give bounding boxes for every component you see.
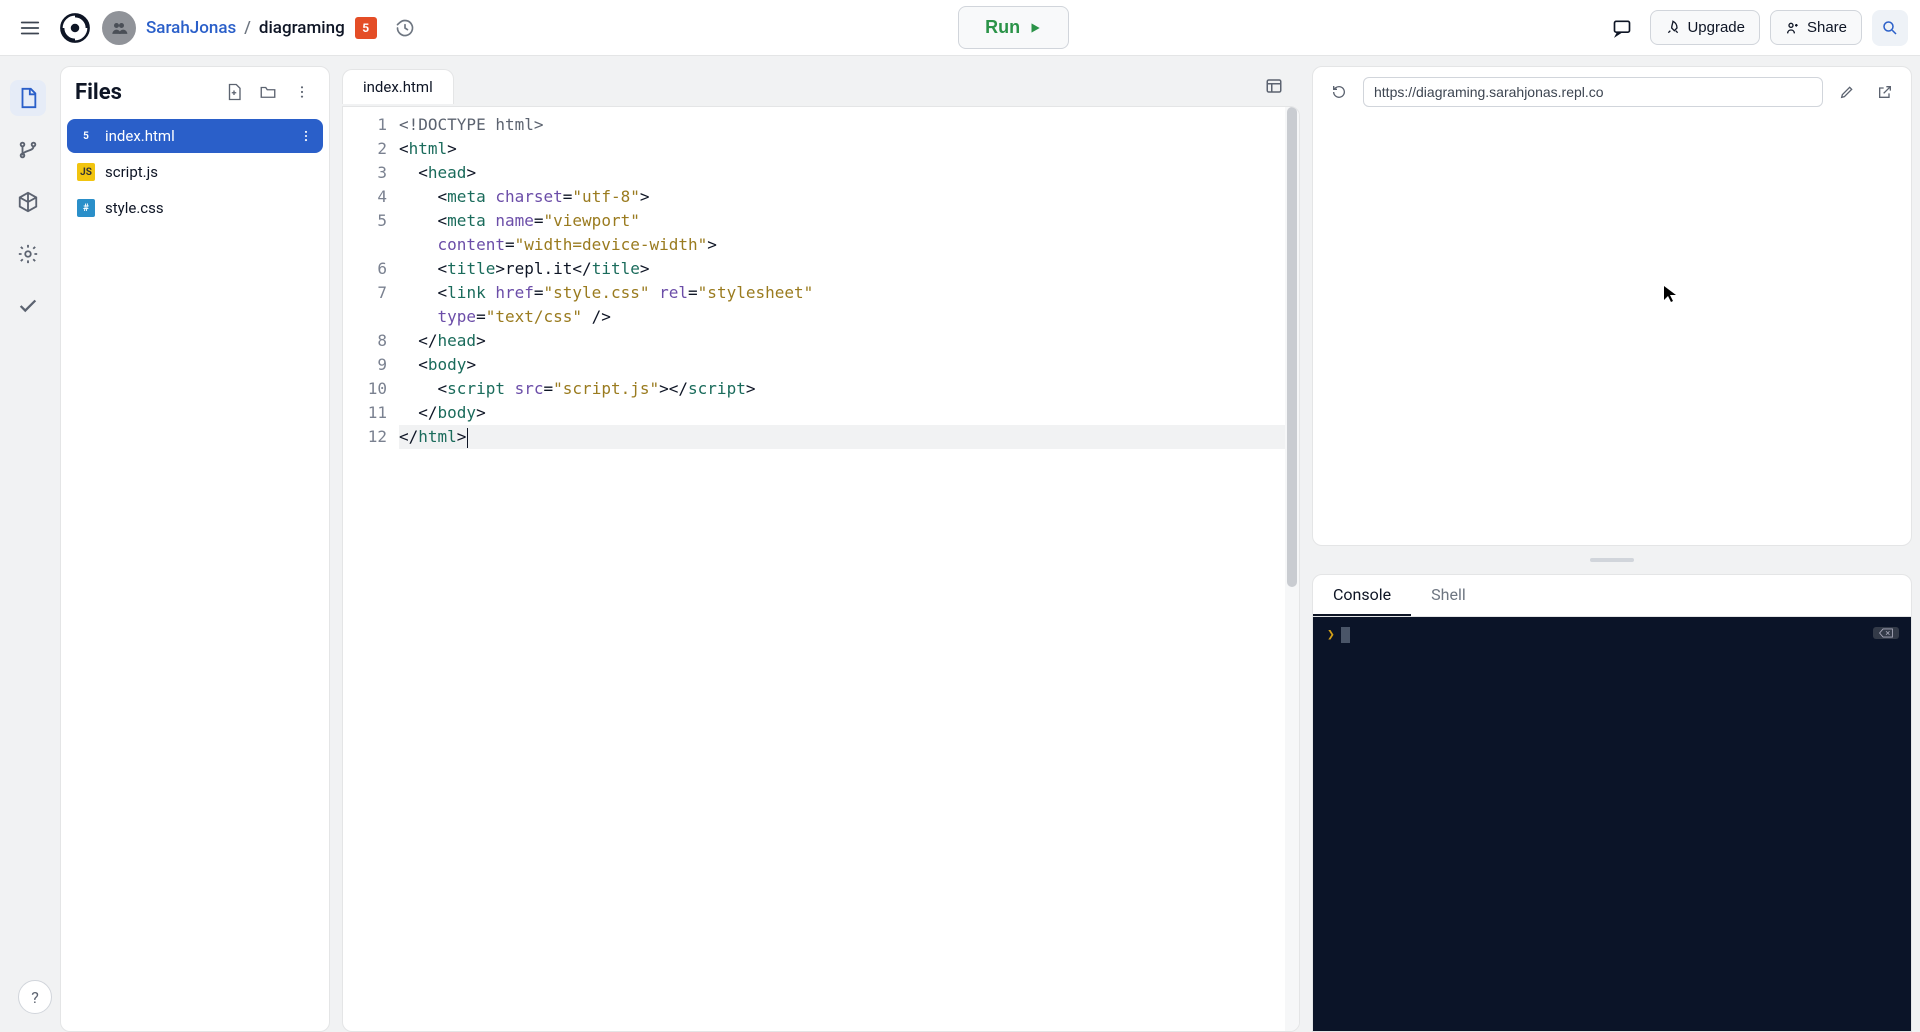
- js-file-icon: JS: [77, 163, 95, 181]
- backspace-icon: [1879, 628, 1893, 638]
- check-icon: [17, 295, 39, 317]
- history-button[interactable]: [387, 10, 423, 46]
- editor-layout-button[interactable]: [1256, 68, 1292, 104]
- new-file-icon: [225, 83, 243, 101]
- branch-icon: [17, 139, 39, 161]
- replit-logo[interactable]: [58, 11, 92, 45]
- hamburger-icon: [19, 17, 41, 39]
- open-external-button[interactable]: [1871, 78, 1899, 106]
- language-badge: 5: [355, 17, 377, 39]
- files-header: Files: [61, 67, 329, 113]
- console-tab-shell[interactable]: Shell: [1411, 575, 1486, 616]
- file-item[interactable]: JS script.js: [67, 155, 323, 189]
- line-gutter: 123456789101112: [343, 107, 399, 1031]
- reload-button[interactable]: [1325, 78, 1353, 106]
- share-button[interactable]: Share: [1770, 10, 1862, 45]
- rail-vcs-button[interactable]: [10, 132, 46, 168]
- app-header: SarahJonas / diagraming 5 Run Upgrade Sh…: [0, 0, 1920, 56]
- code-area[interactable]: <!DOCTYPE html><html> <head> <meta chars…: [399, 107, 1299, 1031]
- console-tabs: ConsoleShell: [1313, 575, 1911, 617]
- new-file-button[interactable]: [221, 79, 247, 105]
- hamburger-menu-button[interactable]: [12, 10, 48, 46]
- play-icon: [1028, 21, 1042, 35]
- breadcrumb-user[interactable]: SarahJonas: [146, 18, 236, 38]
- swirl-icon: [58, 11, 92, 45]
- file-icon: [17, 87, 39, 109]
- files-panel: Files 5 index.html JS script.js # style.css: [60, 66, 330, 1032]
- upgrade-label: Upgrade: [1687, 19, 1745, 36]
- terminal-clear-button[interactable]: [1873, 627, 1899, 639]
- editor-scrollbar[interactable]: [1285, 107, 1299, 1031]
- editor-body[interactable]: 123456789101112 <!DOCTYPE html><html> <h…: [342, 106, 1300, 1032]
- new-folder-icon: [259, 83, 277, 101]
- file-name: script.js: [105, 163, 158, 181]
- main-area: Files 5 index.html JS script.js # style.css i…: [0, 56, 1920, 1032]
- file-name: style.css: [105, 199, 164, 217]
- editor-panel: index.html 123456789101112 <!DOCTYPE htm…: [342, 66, 1300, 1032]
- console-panel: ConsoleShell ❯: [1312, 574, 1912, 1032]
- mouse-cursor-icon: [1663, 285, 1677, 303]
- html-file-icon: 5: [77, 127, 95, 145]
- run-label: Run: [985, 17, 1020, 38]
- editor-tab[interactable]: index.html: [342, 69, 454, 104]
- file-more-button[interactable]: [299, 129, 313, 143]
- package-icon: [17, 191, 39, 213]
- chat-button[interactable]: [1604, 10, 1640, 46]
- rail-check-button[interactable]: [10, 288, 46, 324]
- scrollbar-thumb[interactable]: [1287, 107, 1297, 587]
- run-button[interactable]: Run: [958, 6, 1069, 49]
- rocket-icon: [1665, 20, 1681, 36]
- kebab-icon: [294, 84, 310, 100]
- user-avatar[interactable]: [102, 11, 136, 45]
- css-file-icon: #: [77, 199, 95, 217]
- rail-files-button[interactable]: [10, 80, 46, 116]
- right-panel: ConsoleShell ❯: [1312, 66, 1912, 1032]
- url-input[interactable]: [1363, 77, 1823, 107]
- webview-toolbar: [1313, 67, 1911, 117]
- webview-panel: [1312, 66, 1912, 546]
- files-title: Files: [75, 80, 213, 105]
- rail-settings-button[interactable]: [10, 236, 46, 272]
- file-item[interactable]: # style.css: [67, 191, 323, 225]
- history-icon: [395, 18, 415, 38]
- breadcrumb-project[interactable]: diagraming: [259, 18, 345, 38]
- chat-icon: [1612, 18, 1632, 38]
- share-label: Share: [1807, 19, 1847, 36]
- tool-rail: [0, 66, 56, 1032]
- pencil-icon: [1839, 84, 1855, 100]
- breadcrumb: SarahJonas / diagraming: [146, 18, 345, 38]
- file-list: 5 index.html JS script.js # style.css: [61, 113, 329, 231]
- console-tab-console[interactable]: Console: [1313, 575, 1411, 616]
- terminal-cursor: [1341, 627, 1350, 643]
- file-item[interactable]: 5 index.html: [67, 119, 323, 153]
- breadcrumb-separator: /: [244, 18, 251, 38]
- resize-handle[interactable]: [1590, 558, 1634, 562]
- terminal[interactable]: ❯: [1313, 617, 1911, 1031]
- html5-icon: 5: [362, 21, 369, 35]
- reload-icon: [1331, 84, 1347, 100]
- global-search-button[interactable]: [1872, 10, 1908, 46]
- terminal-prompt-icon: ❯: [1327, 628, 1335, 643]
- webview-content[interactable]: [1313, 117, 1911, 545]
- rail-packages-button[interactable]: [10, 184, 46, 220]
- multiplayer-icon: [109, 18, 129, 38]
- help-button[interactable]: ?: [18, 980, 52, 1014]
- file-name: index.html: [105, 127, 175, 145]
- new-folder-button[interactable]: [255, 79, 281, 105]
- files-more-button[interactable]: [289, 79, 315, 105]
- layout-icon: [1265, 77, 1283, 95]
- upgrade-button[interactable]: Upgrade: [1650, 10, 1760, 45]
- gear-icon: [17, 243, 39, 265]
- search-icon: [1881, 19, 1899, 37]
- editor-tabs: index.html: [342, 66, 1300, 106]
- external-link-icon: [1877, 84, 1893, 100]
- edit-url-button[interactable]: [1833, 78, 1861, 106]
- share-icon: [1785, 20, 1801, 36]
